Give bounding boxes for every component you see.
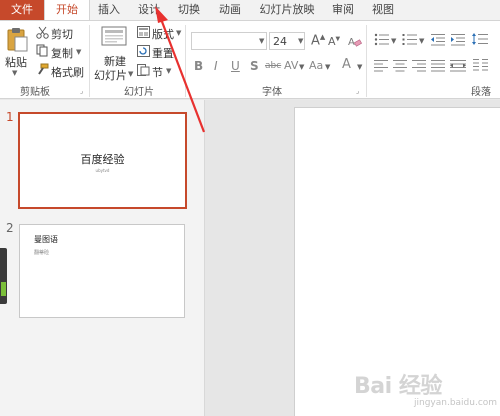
italic-button[interactable]: I: [214, 59, 218, 73]
font-name-dropdown-icon[interactable]: ▼: [259, 37, 264, 45]
align-left-icon[interactable]: [374, 59, 388, 72]
tab-transitions[interactable]: 切换: [172, 0, 206, 20]
bold-button[interactable]: B: [194, 59, 203, 73]
justify-icon[interactable]: [431, 59, 445, 72]
reset-icon: [137, 45, 150, 57]
new-slide-button[interactable]: 幻灯片: [94, 67, 127, 83]
section-button[interactable]: 节: [152, 64, 163, 80]
distributed-align-icon[interactable]: [450, 59, 466, 72]
increase-indent-icon[interactable]: [451, 33, 465, 46]
shrink-font-button[interactable]: A▼: [328, 35, 340, 48]
watermark-text: Bai 经验: [354, 374, 442, 399]
tab-view[interactable]: 视图: [366, 0, 400, 20]
shrink-font-icon: A: [328, 35, 336, 48]
group-divider: [366, 25, 367, 97]
format-painter-icon: [38, 63, 49, 75]
shadow-button[interactable]: S: [250, 59, 259, 73]
layout-dropdown-icon[interactable]: ▼: [176, 29, 181, 37]
grow-font-icon: A: [311, 33, 320, 49]
layout-icon: [137, 26, 150, 38]
underline-button[interactable]: U: [231, 59, 240, 73]
character-spacing-button[interactable]: AV: [284, 59, 298, 72]
clipboard-group-label: 剪贴板: [20, 87, 50, 98]
ribbon-tab-bar: 文件 开始 插入 设计 切换 动画 幻灯片放映 审阅 视图: [0, 0, 500, 21]
side-panel-indicator: [1, 282, 6, 296]
change-case-dropdown-icon[interactable]: ▼: [325, 63, 330, 71]
slide-thumbnail-1[interactable]: 百度经验 ubytvd: [18, 112, 187, 209]
paragraph-group-label: 段落: [471, 87, 491, 98]
ribbon: 粘贴 ▼ 剪切 复制 ▼ 格式刷 剪贴板 ⌟ 新建 幻灯片 ▼ 版式 ▼ 重置 …: [0, 20, 500, 99]
clipboard-launcher-icon[interactable]: ⌟: [80, 87, 83, 95]
layout-button[interactable]: 版式: [152, 26, 174, 42]
section-dropdown-icon[interactable]: ▼: [166, 67, 171, 75]
copy-button[interactable]: 复制: [51, 45, 73, 61]
scissors-icon: [36, 26, 49, 39]
numbering-dropdown-icon[interactable]: ▼: [419, 37, 424, 45]
tab-file[interactable]: 文件: [0, 0, 44, 20]
font-launcher-icon[interactable]: ⌟: [356, 87, 359, 95]
new-slide-dropdown-icon[interactable]: ▼: [128, 70, 133, 78]
slide-number: 1: [6, 110, 14, 124]
reset-button[interactable]: 重置: [152, 45, 174, 61]
svg-text:A: A: [348, 37, 355, 48]
thumbnail-subtitle: 翻蒂硷: [34, 250, 50, 256]
powerpoint-window: 文件 开始 插入 设计 切换 动画 幻灯片放映 审阅 视图 粘贴 ▼ 剪切 复制…: [0, 0, 500, 416]
thumbnail-title: 曼图语: [34, 235, 58, 244]
paste-icon[interactable]: [6, 27, 28, 53]
bullets-icon[interactable]: [374, 33, 390, 46]
bullets-dropdown-icon[interactable]: ▼: [391, 37, 396, 45]
font-size-dropdown-icon[interactable]: ▼: [298, 37, 303, 45]
tab-slideshow[interactable]: 幻灯片放映: [254, 0, 320, 20]
watermark-subtext: jingyan.baidu.com: [414, 398, 498, 408]
cut-button[interactable]: 剪切: [51, 26, 73, 42]
copy-icon: [36, 44, 48, 57]
thumbnail-subtitle: ubytvd: [95, 168, 110, 173]
font-color-dropdown-icon[interactable]: ▼: [357, 63, 362, 71]
spacing-dropdown-icon[interactable]: ▼: [299, 63, 304, 71]
thumbnail-title: 百度经验: [80, 153, 125, 166]
slide-thumbnails-pane[interactable]: 1 百度经验 ubytvd 2 曼图语 翻蒂硷: [0, 100, 204, 416]
font-color-button[interactable]: A: [342, 57, 351, 72]
slides-group-label: 幻灯片: [124, 87, 154, 98]
paste-dropdown-icon[interactable]: ▼: [12, 69, 17, 77]
tab-design[interactable]: 设计: [132, 0, 166, 20]
paste-button[interactable]: 粘贴: [5, 54, 27, 70]
copy-dropdown-icon[interactable]: ▼: [76, 48, 81, 56]
font-group-label: 字体: [262, 87, 282, 98]
columns-icon[interactable]: [473, 58, 489, 72]
new-slide-icon[interactable]: [101, 26, 127, 48]
section-icon: [137, 64, 150, 76]
decrease-indent-icon[interactable]: [431, 33, 445, 46]
change-case-button[interactable]: Aa: [309, 59, 323, 72]
group-divider: [89, 25, 90, 97]
slide-thumbnail-2[interactable]: 曼图语 翻蒂硷: [19, 224, 185, 318]
align-right-icon[interactable]: [412, 59, 426, 72]
align-center-icon[interactable]: [393, 59, 407, 72]
font-size-combobox[interactable]: 24 ▼: [269, 32, 305, 50]
format-painter-button[interactable]: 格式刷: [51, 64, 84, 80]
baidu-watermark: Bai 经验 jingyan.baidu.com: [354, 368, 497, 408]
grow-font-button[interactable]: A▲: [311, 33, 325, 48]
font-size-value: 24: [273, 35, 287, 48]
numbering-icon[interactable]: [402, 33, 418, 46]
tab-home[interactable]: 开始: [44, 0, 90, 21]
clear-formatting-icon[interactable]: A: [348, 35, 362, 48]
strikethrough-button[interactable]: abc: [265, 61, 281, 71]
tab-review[interactable]: 审阅: [326, 0, 360, 20]
tab-insert[interactable]: 插入: [92, 0, 126, 20]
slide-number: 2: [6, 221, 14, 235]
tab-animations[interactable]: 动画: [213, 0, 247, 20]
line-spacing-icon[interactable]: [472, 32, 488, 46]
font-name-combobox[interactable]: [191, 32, 267, 50]
group-divider: [185, 25, 186, 97]
